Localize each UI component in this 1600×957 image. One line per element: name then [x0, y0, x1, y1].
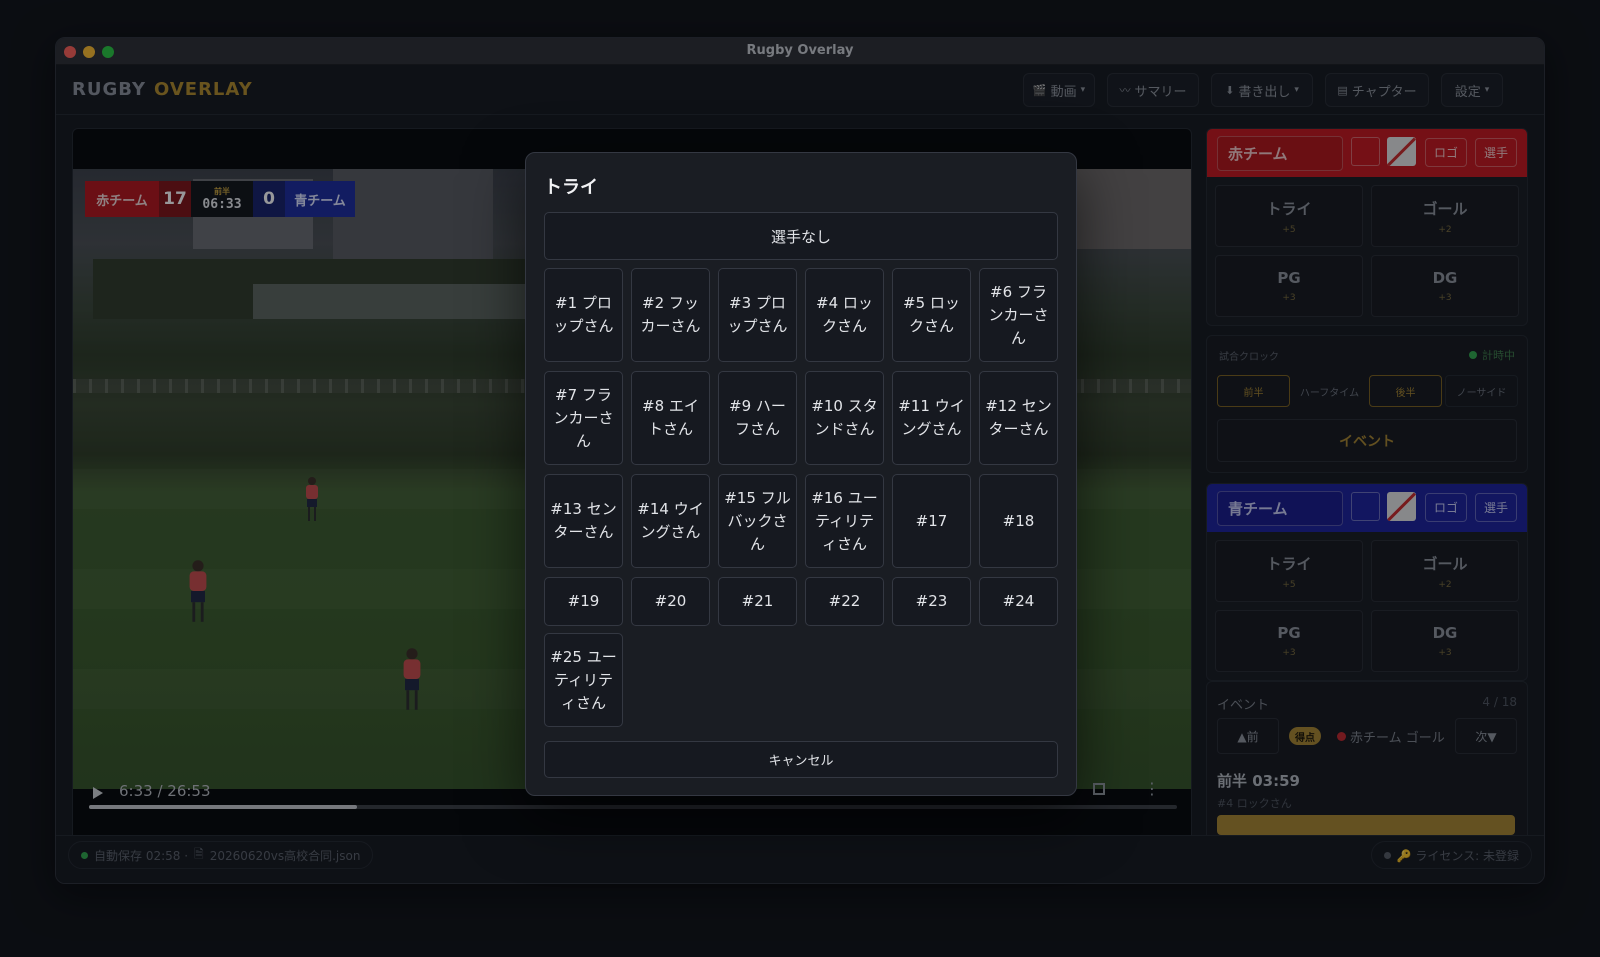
- player-button[interactable]: #19: [544, 577, 623, 626]
- no-player-button[interactable]: 選手なし: [544, 212, 1058, 260]
- player-button[interactable]: #24: [979, 577, 1058, 626]
- player-button[interactable]: #18: [979, 474, 1058, 568]
- player-button[interactable]: #7 フランカーさん: [544, 371, 623, 465]
- player-button[interactable]: #13 センターさん: [544, 474, 623, 568]
- player-button[interactable]: #3 プロップさん: [718, 268, 797, 362]
- player-button[interactable]: #2 フッカーさん: [631, 268, 710, 362]
- player-button[interactable]: #12 センターさん: [979, 371, 1058, 465]
- player-button[interactable]: #14 ウイングさん: [631, 474, 710, 568]
- dialog-title: トライ: [544, 177, 598, 198]
- player-button[interactable]: #8 エイトさん: [631, 371, 710, 465]
- player-button[interactable]: #16 ユーティリティさん: [805, 474, 884, 568]
- player-button[interactable]: #15 フルバックさん: [718, 474, 797, 568]
- player-button[interactable]: #21: [718, 577, 797, 626]
- player-button[interactable]: #25 ユーティリティさん: [544, 633, 623, 727]
- player-button[interactable]: #23: [892, 577, 971, 626]
- player-select-dialog: トライ 選手なし #1 プロップさん #2 フッカーさん #3 プロップさん #4 ロ…: [525, 152, 1077, 796]
- player-button[interactable]: #5 ロックさん: [892, 268, 971, 362]
- player-button[interactable]: #9 ハーフさん: [718, 371, 797, 465]
- player-button[interactable]: #20: [631, 577, 710, 626]
- player-button[interactable]: #6 フランカーさん: [979, 268, 1058, 362]
- cancel-button[interactable]: キャンセル: [544, 741, 1058, 778]
- player-button[interactable]: #1 プロップさん: [544, 268, 623, 362]
- player-button[interactable]: #22: [805, 577, 884, 626]
- player-button[interactable]: #4 ロックさん: [805, 268, 884, 362]
- player-button[interactable]: #17: [892, 474, 971, 568]
- player-button[interactable]: #11 ウイングさん: [892, 371, 971, 465]
- player-button[interactable]: #10 スタンドさん: [805, 371, 884, 465]
